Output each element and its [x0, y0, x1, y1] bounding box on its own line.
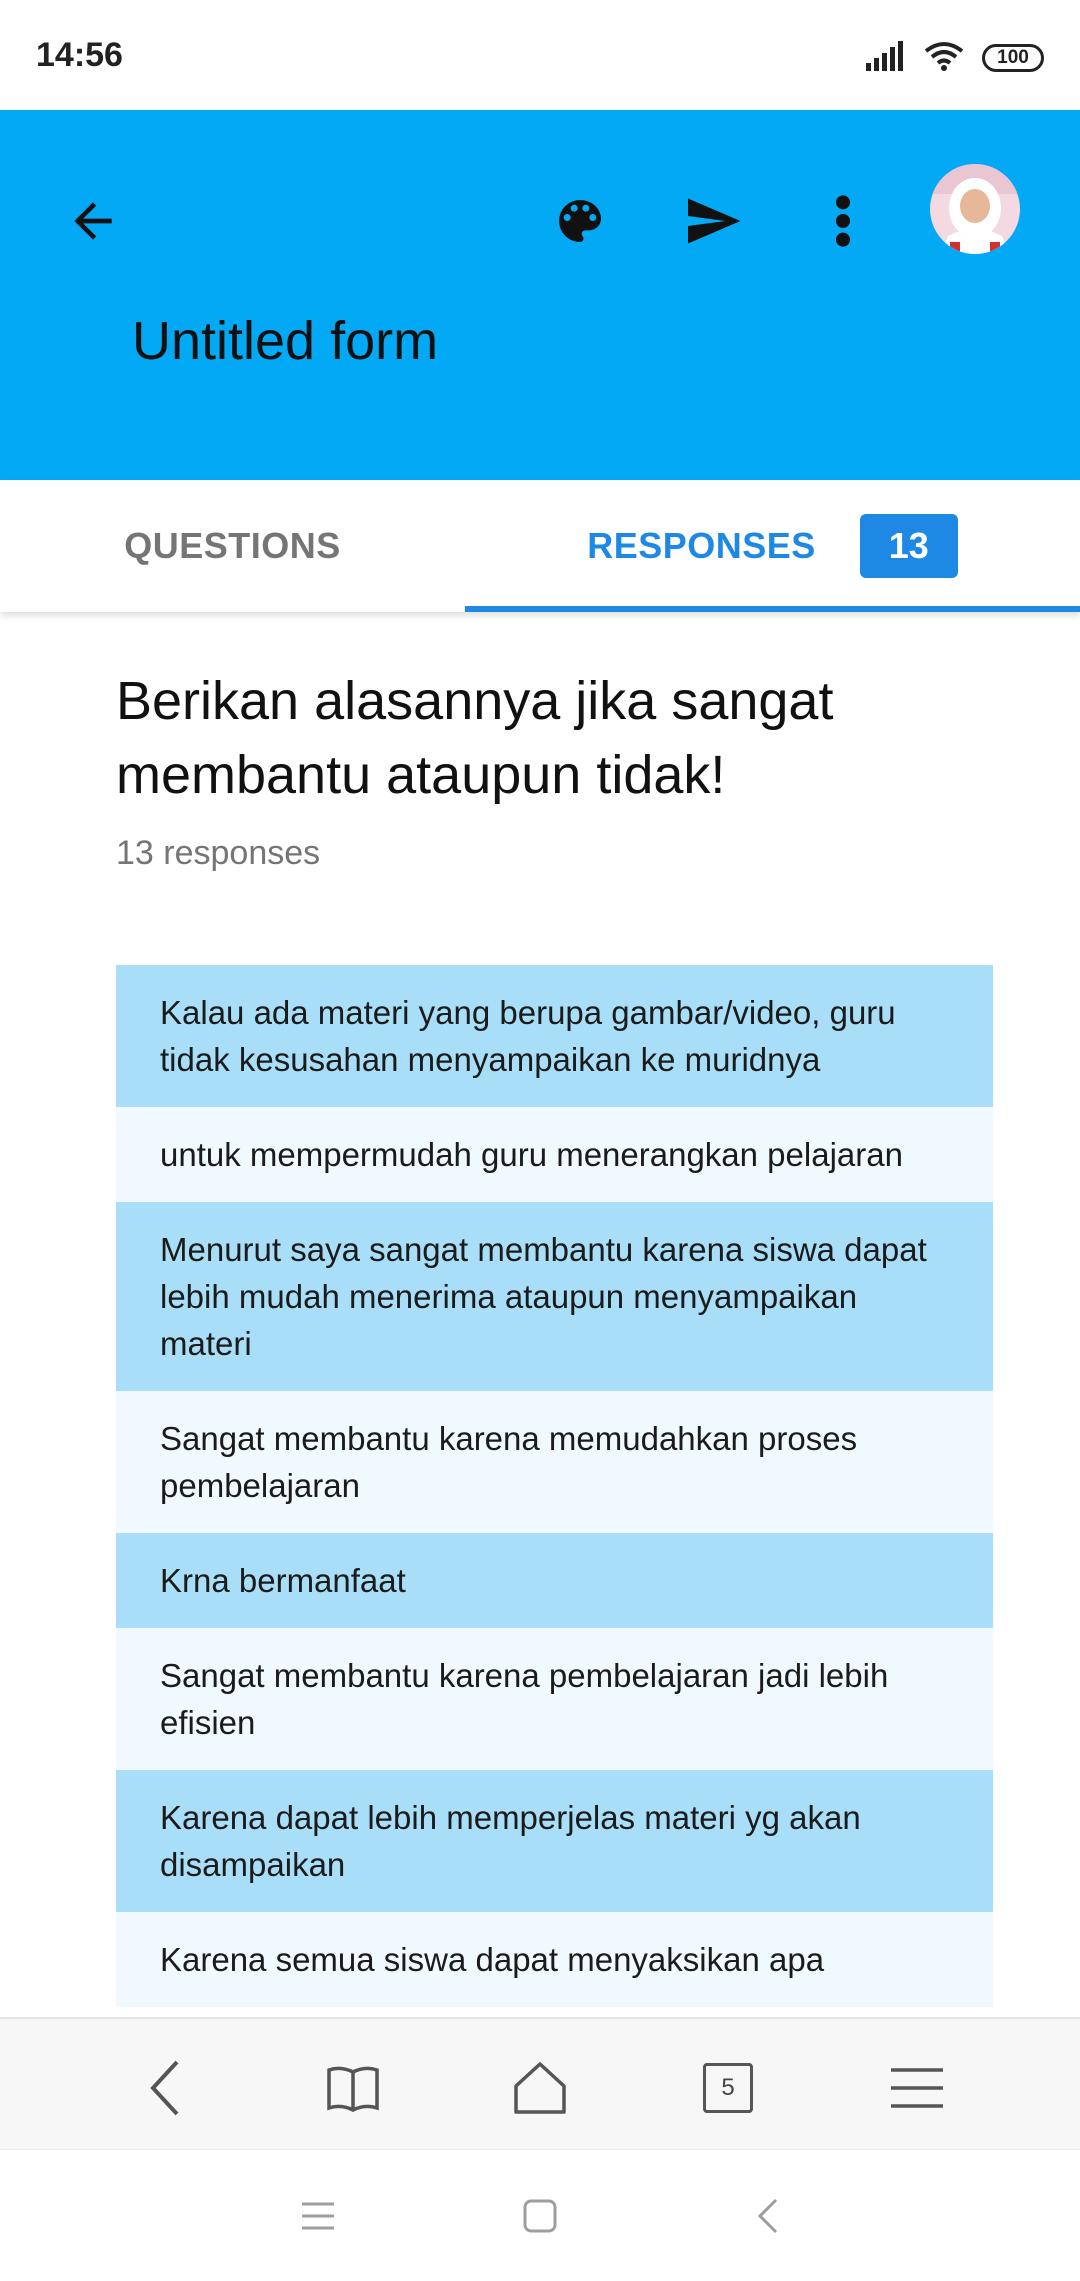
system-home-button[interactable]: [500, 2176, 580, 2256]
status-time: 14:56: [36, 36, 123, 74]
form-title: Untitled form: [132, 311, 439, 371]
question-title: Berikan alasannya jika sangat membantu a…: [116, 671, 834, 805]
chevron-left-icon: [150, 2060, 179, 2116]
tab-questions[interactable]: QUESTIONS: [0, 480, 465, 612]
tabs-button[interactable]: 5: [683, 2043, 773, 2133]
battery-icon: 100: [982, 44, 1044, 72]
tab-questions-label: QUESTIONS: [124, 525, 341, 566]
send-button[interactable]: [668, 176, 758, 266]
more-options-button[interactable]: [798, 176, 888, 266]
system-back-button[interactable]: [728, 2176, 808, 2256]
tab-bar: QUESTIONS RESPONSES 13: [0, 480, 1080, 612]
browser-menu-button[interactable]: [872, 2043, 962, 2133]
response-item: Sangat membantu karena pembelajaran jadi…: [116, 1628, 993, 1770]
chevron-left-icon: [757, 2198, 778, 2234]
response-item: untuk mempermudah guru menerangkan pelaj…: [116, 1107, 993, 1202]
send-icon: [688, 198, 741, 244]
menu-icon: [891, 2068, 943, 2108]
system-recents-button[interactable]: [278, 2176, 358, 2256]
wifi-icon: [924, 41, 964, 76]
signal-icon: [866, 40, 906, 76]
tab-responses-label: RESPONSES: [587, 525, 816, 566]
square-icon: [523, 2199, 557, 2233]
browser-home-button[interactable]: [495, 2043, 585, 2133]
recents-menu-icon: [302, 2202, 334, 2230]
tab-indicator: [465, 606, 1080, 612]
responses-list[interactable]: Kalau ada materi yang berupa gambar/vide…: [116, 965, 993, 2017]
response-item: Sangat membantu karena memudahkan proses…: [116, 1391, 993, 1533]
app-header: Untitled form: [0, 110, 1080, 480]
status-icons: 100: [866, 36, 1044, 80]
tab-responses[interactable]: RESPONSES 13: [465, 480, 1080, 612]
back-button[interactable]: [48, 176, 138, 266]
tab-count-icon: 5: [703, 2063, 753, 2113]
response-item: Karena semua siswa dapat menyaksikan apa: [116, 1912, 993, 2007]
palette-button[interactable]: [535, 176, 625, 266]
home-icon: [514, 2062, 566, 2114]
arrow-back-icon: [74, 202, 112, 240]
response-item: Krna bermanfaat: [116, 1533, 993, 1628]
response-count: 13 responses: [116, 834, 321, 872]
system-nav-bar: [0, 2149, 1080, 2281]
response-item: Menurut saya sangat membantu karena sisw…: [116, 1202, 993, 1391]
palette-icon: [559, 200, 601, 242]
response-item: Karena dapat lebih memperjelas materi yg…: [116, 1770, 993, 1912]
browser-toolbar: 5: [0, 2017, 1080, 2151]
book-icon: [327, 2066, 379, 2112]
browser-back-button[interactable]: [120, 2043, 210, 2133]
status-bar: 14:56 100: [0, 0, 1080, 110]
response-item: Kalau ada materi yang berupa gambar/vide…: [116, 965, 993, 1107]
more-vert-icon: [836, 195, 850, 247]
bookmarks-button[interactable]: [308, 2043, 398, 2133]
responses-count-badge: 13: [859, 514, 958, 578]
avatar[interactable]: [930, 164, 1020, 254]
